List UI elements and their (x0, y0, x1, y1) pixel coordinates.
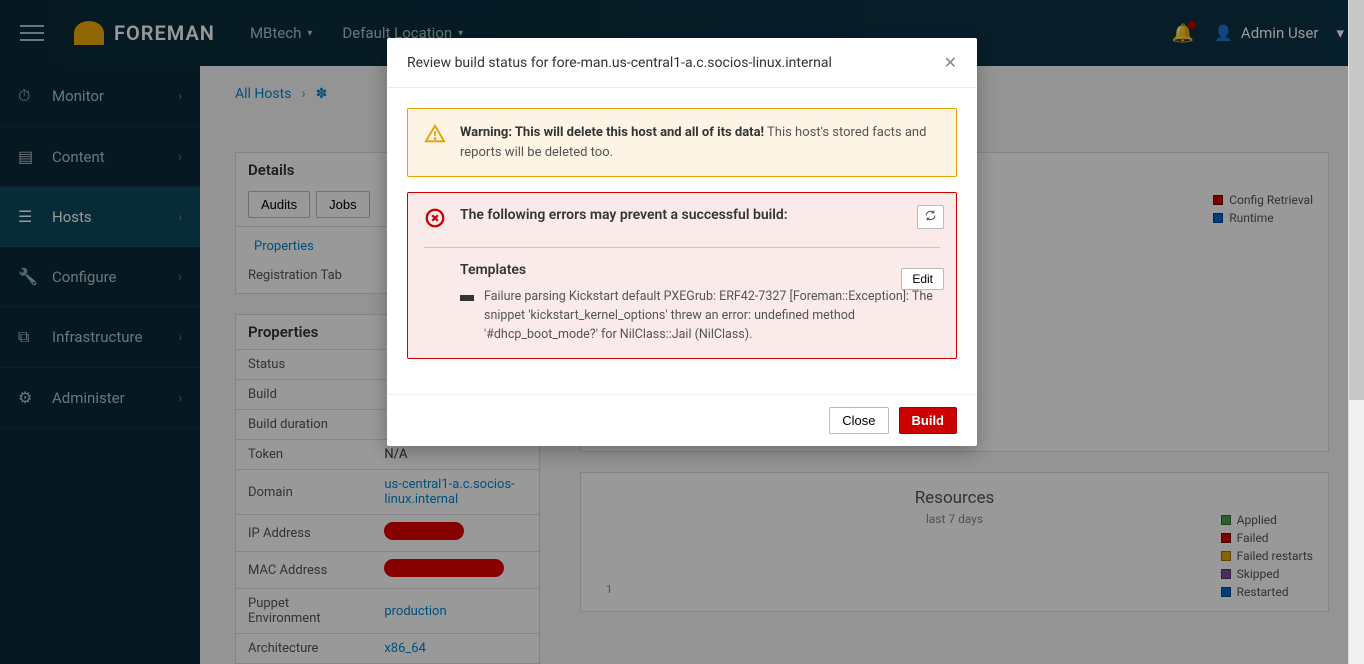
modal-build-button[interactable]: Build (899, 407, 958, 434)
modal-title: Review build status for fore-man.us-cent… (407, 55, 832, 71)
edit-template-button[interactable]: Edit (901, 268, 944, 290)
templates-heading: Templates (460, 262, 940, 278)
minus-icon (460, 295, 474, 301)
error-circle-icon (424, 207, 446, 233)
modal-close-button[interactable]: Close (829, 407, 888, 434)
warning-alert: Warning: This will delete this host and … (407, 108, 957, 177)
error-item: Failure parsing Kickstart default PXEGru… (460, 288, 940, 344)
scrollbar[interactable] (1348, 0, 1364, 664)
warning-triangle-icon (424, 123, 446, 162)
build-status-modal: Review build status for fore-man.us-cent… (387, 38, 977, 446)
error-title: The following errors may prevent a succe… (460, 207, 788, 223)
close-icon[interactable]: ✕ (944, 53, 957, 72)
error-alert: Edit The following errors may prevent a … (407, 192, 957, 359)
scrollbar-thumb[interactable] (1349, 0, 1364, 400)
refresh-button[interactable] (917, 205, 944, 229)
